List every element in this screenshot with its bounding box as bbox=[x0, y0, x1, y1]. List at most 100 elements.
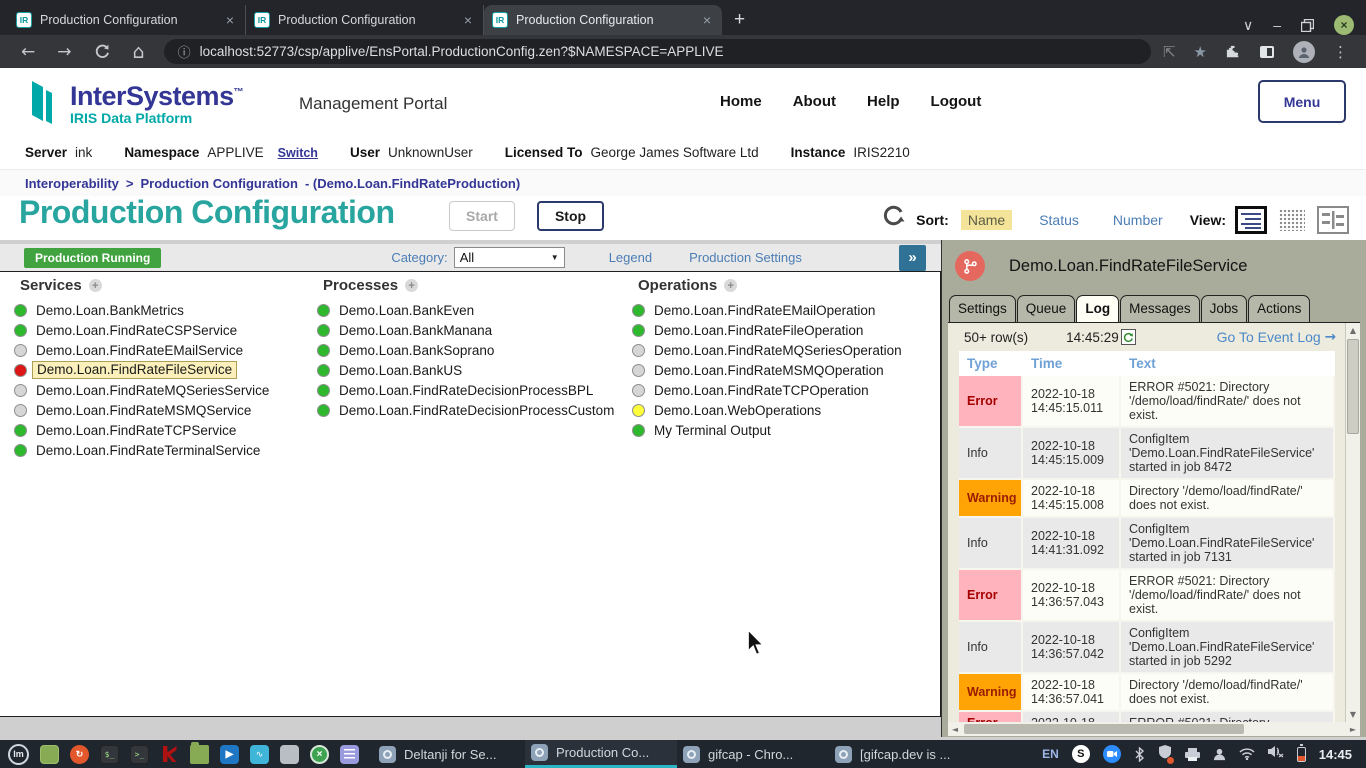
detail-tab[interactable]: Messages bbox=[1120, 295, 1200, 322]
minimize-icon[interactable]: – bbox=[1273, 17, 1281, 33]
scroll-right-icon[interactable]: ► bbox=[1346, 725, 1360, 734]
battery-icon[interactable] bbox=[1297, 747, 1306, 762]
process-item[interactable]: Demo.Loan.BankManana bbox=[317, 320, 625, 340]
operation-item[interactable]: Demo.Loan.WebOperations bbox=[632, 400, 940, 420]
operation-name[interactable]: My Terminal Output bbox=[654, 423, 771, 438]
service-item[interactable]: Demo.Loan.FindRateFileService bbox=[14, 360, 310, 380]
sort-option[interactable]: Name bbox=[961, 210, 1012, 230]
detail-tab[interactable]: Jobs bbox=[1201, 295, 1248, 322]
service-name[interactable]: Demo.Loan.FindRateMQSeriesService bbox=[36, 383, 269, 398]
terminal2-icon[interactable]: >_ bbox=[130, 745, 149, 764]
operation-item[interactable]: Demo.Loan.FindRateEMailOperation bbox=[632, 300, 940, 320]
scroll-down-icon[interactable]: ▼ bbox=[1346, 707, 1360, 722]
show-desktop-icon[interactable] bbox=[40, 745, 59, 764]
operation-name[interactable]: Demo.Loan.WebOperations bbox=[654, 403, 821, 418]
red-app-icon[interactable] bbox=[160, 745, 179, 764]
process-name[interactable]: Demo.Loan.BankEven bbox=[339, 303, 474, 318]
log-horizontal-scrollbar[interactable]: ◄ ► bbox=[948, 722, 1360, 736]
service-item[interactable]: Demo.Loan.FindRateTCPService bbox=[14, 420, 310, 440]
log-row[interactable]: Error 2022-10-18 ERROR #5021: Directory bbox=[959, 712, 1335, 722]
scroll-left-icon[interactable]: ◄ bbox=[948, 725, 962, 734]
document-app-icon[interactable] bbox=[340, 745, 359, 764]
video-app-icon[interactable]: ▶ bbox=[220, 745, 239, 764]
breadcrumb-page[interactable]: Production Configuration bbox=[141, 176, 298, 191]
home-icon[interactable]: ⌂ bbox=[122, 41, 156, 63]
zoom-tray-icon[interactable] bbox=[1103, 745, 1121, 763]
log-vertical-scrollbar[interactable]: ▲ ▼ bbox=[1345, 323, 1360, 722]
menu-button[interactable]: Menu bbox=[1258, 80, 1346, 123]
process-name[interactable]: Demo.Loan.BankSoprano bbox=[339, 343, 494, 358]
category-select[interactable]: All ▼ bbox=[454, 247, 565, 268]
log-row[interactable]: Error 2022-10-18 14:45:15.011 ERROR #502… bbox=[959, 376, 1335, 428]
taskbar-window-button[interactable]: gifcap - Chro... bbox=[677, 740, 829, 768]
operation-item[interactable]: Demo.Loan.FindRateFileOperation bbox=[632, 320, 940, 340]
log-row[interactable]: Warning 2022-10-18 14:45:15.008 Director… bbox=[959, 480, 1335, 518]
tab-close-icon[interactable]: × bbox=[700, 12, 714, 28]
expand-panel-button[interactable]: » bbox=[899, 245, 926, 271]
service-name[interactable]: Demo.Loan.BankMetrics bbox=[36, 303, 184, 318]
production-settings-link[interactable]: Production Settings bbox=[689, 250, 802, 265]
go-to-event-log-link[interactable]: Go To Event Log bbox=[1217, 329, 1321, 345]
operation-item[interactable]: My Terminal Output bbox=[632, 420, 940, 440]
nav-home-link[interactable]: Home bbox=[720, 93, 762, 110]
view-list-button[interactable] bbox=[1235, 206, 1267, 234]
operation-name[interactable]: Demo.Loan.FindRateEMailOperation bbox=[654, 303, 875, 318]
bluetooth-icon[interactable] bbox=[1134, 747, 1145, 762]
tab-close-icon[interactable]: × bbox=[223, 12, 237, 28]
scrollbar-thumb[interactable] bbox=[1347, 339, 1359, 434]
service-item[interactable]: Demo.Loan.FindRateCSPService bbox=[14, 320, 310, 340]
process-item[interactable]: Demo.Loan.BankUS bbox=[317, 360, 625, 380]
sort-option[interactable]: Status bbox=[1032, 210, 1086, 230]
launcher-orange-icon[interactable]: ↻ bbox=[70, 745, 89, 764]
process-item[interactable]: Demo.Loan.FindRateDecisionProcessBPL bbox=[317, 380, 625, 400]
close-window-icon[interactable]: × bbox=[1334, 15, 1354, 35]
service-item[interactable]: Demo.Loan.BankMetrics bbox=[14, 300, 310, 320]
language-indicator[interactable]: EN bbox=[1042, 747, 1059, 761]
service-name[interactable]: Demo.Loan.FindRateMSMQService bbox=[36, 403, 251, 418]
back-icon[interactable]: ← bbox=[10, 42, 46, 62]
operation-name[interactable]: Demo.Loan.FindRateMSMQOperation bbox=[654, 363, 884, 378]
side-panel-icon[interactable] bbox=[1259, 44, 1275, 60]
view-grid-button[interactable] bbox=[1276, 206, 1308, 234]
restore-icon[interactable] bbox=[1301, 19, 1314, 32]
process-item[interactable]: Demo.Loan.BankEven bbox=[317, 300, 625, 320]
browser-tab[interactable]: IR Production Configuration × bbox=[246, 5, 484, 35]
hscrollbar-thumb[interactable] bbox=[964, 724, 1244, 734]
calculator-icon[interactable] bbox=[280, 745, 299, 764]
service-item[interactable]: Demo.Loan.FindRateEMailService bbox=[14, 340, 310, 360]
service-item[interactable]: Demo.Loan.FindRateTerminalService bbox=[14, 440, 310, 460]
service-item[interactable]: Demo.Loan.FindRateMSMQService bbox=[14, 400, 310, 420]
operation-name[interactable]: Demo.Loan.FindRateMQSeriesOperation bbox=[654, 343, 902, 358]
service-name[interactable]: Demo.Loan.FindRateFileService bbox=[32, 361, 237, 379]
security-shield-icon[interactable] bbox=[1158, 744, 1172, 764]
start-button[interactable]: Start bbox=[449, 201, 515, 231]
add-operation-button[interactable]: + bbox=[724, 279, 737, 292]
share-icon[interactable]: ⇱ bbox=[1163, 43, 1176, 61]
view-split-button[interactable] bbox=[1317, 206, 1349, 234]
tab-search-icon[interactable]: ∨ bbox=[1243, 17, 1253, 34]
col-header-type[interactable]: Type bbox=[959, 351, 1023, 376]
tab-close-icon[interactable]: × bbox=[461, 12, 475, 28]
add-process-button[interactable]: + bbox=[405, 279, 418, 292]
skype-tray-icon[interactable]: S bbox=[1072, 745, 1090, 763]
nav-about-link[interactable]: About bbox=[793, 93, 836, 110]
scroll-up-icon[interactable]: ▲ bbox=[1346, 323, 1360, 338]
terminal-icon[interactable]: $_ bbox=[100, 745, 119, 764]
log-row[interactable]: Info 2022-10-18 14:36:57.042 ConfigItem … bbox=[959, 622, 1335, 674]
service-item[interactable]: Demo.Loan.FindRateMQSeriesService bbox=[14, 380, 310, 400]
stop-button[interactable]: Stop bbox=[537, 201, 604, 231]
process-name[interactable]: Demo.Loan.BankManana bbox=[339, 323, 492, 338]
new-tab-button[interactable]: + bbox=[722, 9, 757, 35]
nav-help-link[interactable]: Help bbox=[867, 93, 900, 110]
browser-tab[interactable]: IR Production Configuration × bbox=[8, 5, 246, 35]
files-folder-icon[interactable] bbox=[190, 745, 209, 764]
url-text[interactable]: localhost:52773/csp/applive/EnsPortal.Pr… bbox=[200, 44, 724, 59]
service-name[interactable]: Demo.Loan.FindRateEMailService bbox=[36, 343, 243, 358]
add-service-button[interactable]: + bbox=[89, 279, 102, 292]
service-name[interactable]: Demo.Loan.FindRateTerminalService bbox=[36, 443, 260, 458]
spreadsheet-icon[interactable]: × bbox=[310, 745, 329, 764]
detail-tab[interactable]: Settings bbox=[949, 295, 1016, 322]
process-item[interactable]: Demo.Loan.FindRateDecisionProcessCustom bbox=[317, 400, 625, 420]
nav-logout-link[interactable]: Logout bbox=[931, 93, 982, 110]
log-refresh-icon[interactable] bbox=[1121, 329, 1136, 345]
